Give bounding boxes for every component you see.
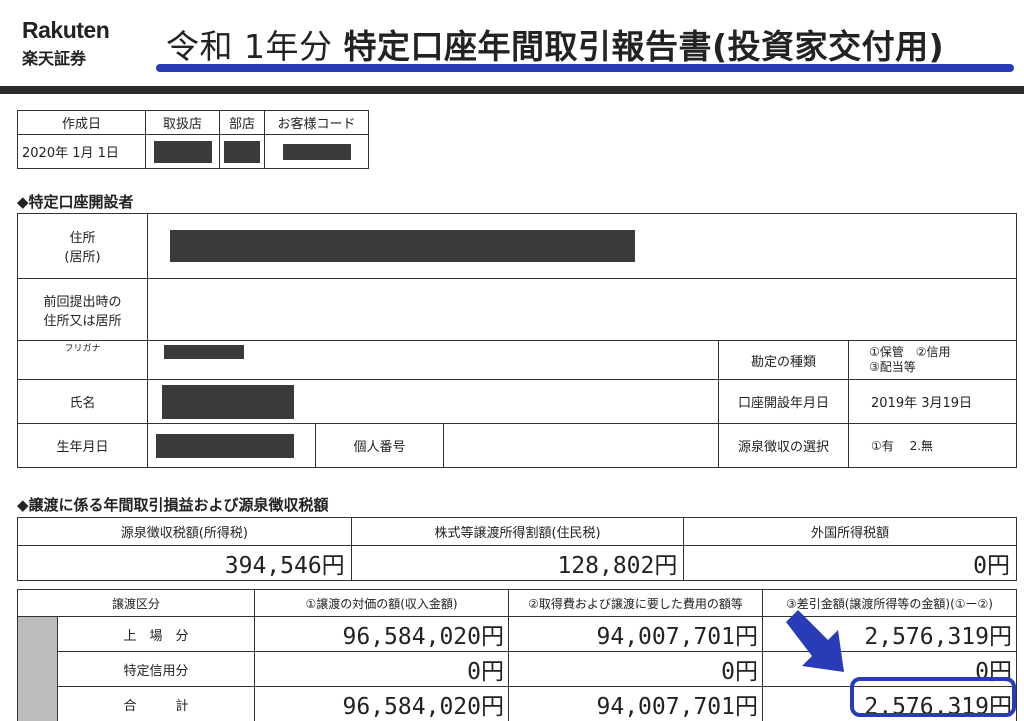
income-tax-value: 394,546円 <box>17 545 352 581</box>
my-number-label: 個人番号 <box>315 423 444 468</box>
income-tax-header: 源泉徴収税額(所得税) <box>17 517 352 546</box>
title-main: 特定口座年間取引報告書(投資家交付用) <box>343 27 945 66</box>
prev-address-label-line2: 住所又は居所 <box>43 313 122 329</box>
account-type-value: ①保管 ②信用 ③配当等 <box>848 340 1017 380</box>
created-date: 2020年 1月 1日 <box>17 134 146 169</box>
total-highlight-box <box>850 677 1016 717</box>
opened-date-label: 口座開設年月日 <box>718 379 849 424</box>
account-type-line2: ③配当等 <box>869 360 916 374</box>
resident-tax-value: 128,802円 <box>350 545 685 581</box>
logo-text-en: Rakuten <box>22 17 110 43</box>
resident-tax-header: 株式等譲渡所得割額(住民税) <box>350 517 685 546</box>
address-label: 住所 (居所) <box>17 213 148 279</box>
customer-code-cell <box>264 134 369 169</box>
date-header-branch: 取扱店 <box>145 110 220 135</box>
arrow-down-right-icon <box>786 610 844 672</box>
header-divider <box>0 86 1024 94</box>
page-title: 令和 1年分 特定口座年間取引報告書(投資家交付用) <box>166 20 944 68</box>
category-header: 譲渡区分 <box>17 589 255 617</box>
name-value <box>147 379 719 424</box>
dept-cell <box>219 134 265 169</box>
redaction <box>224 140 260 163</box>
cost-value: 94,007,701円 <box>508 616 763 652</box>
furigana-label: フリガナ <box>17 340 148 380</box>
proceeds-value: 96,584,020円 <box>254 616 509 652</box>
holder-table: 住所 (居所) 前回提出時の 住所又は居所 フリガナ 勘定の種類 ①保管 ②信用… <box>17 213 1017 468</box>
tax-summary-table: 源泉徴収税額(所得税) 株式等譲渡所得割額(住民税) 外国所得税額 394,54… <box>17 517 1017 581</box>
address-label-line1: 住所 <box>69 231 96 246</box>
foreign-tax-value: 0円 <box>683 545 1017 581</box>
date-header-dept: 部店 <box>219 110 265 135</box>
prev-address-value <box>147 278 1017 341</box>
row-label: 上 場 分 <box>57 616 255 652</box>
proceeds-value: 0円 <box>254 651 509 687</box>
row-group-marker <box>17 616 58 721</box>
redaction <box>156 433 294 458</box>
redaction <box>164 345 244 359</box>
cost-value: 0円 <box>508 651 763 687</box>
branch-cell <box>145 134 220 169</box>
prev-address-label: 前回提出時の 住所又は居所 <box>17 278 148 341</box>
cost-header: ②取得費および譲渡に要した費用の額等 <box>508 589 763 617</box>
proceeds-value: 96,584,020円 <box>254 686 509 721</box>
opened-date-value: 2019年 3月19日 <box>848 379 1017 424</box>
my-number-value <box>443 423 719 468</box>
table-row: 上 場 分 96,584,020円 94,007,701円 2,576,319円 <box>17 616 1017 721</box>
summary-heading: ◆譲渡に係る年間取引損益および源泉徴収税額 <box>17 496 329 514</box>
account-type-label: 勘定の種類 <box>718 340 849 380</box>
title-era: 令和 1年分 <box>166 27 333 66</box>
title-underline <box>156 64 1014 72</box>
redaction <box>153 140 212 163</box>
redaction <box>162 384 294 419</box>
row-label: 特定信用分 <box>57 651 255 687</box>
withholding-value: ①有 2.無 <box>848 423 1017 468</box>
cost-value: 94,007,701円 <box>508 686 763 721</box>
name-label: 氏名 <box>17 379 148 424</box>
foreign-tax-header: 外国所得税額 <box>683 517 1017 546</box>
holder-heading: ◆特定口座開設者 <box>17 193 134 211</box>
birth-value <box>147 423 316 468</box>
date-header-customer-code: お客様コード <box>264 110 369 135</box>
date-header-created: 作成日 <box>17 110 146 135</box>
row-label: 合 計 <box>57 686 255 721</box>
address-label-line2: (居所) <box>64 250 101 265</box>
account-type-line1: ①保管 ②信用 <box>869 345 951 359</box>
address-value <box>147 213 1017 279</box>
redaction <box>282 143 351 160</box>
rakuten-logo: Rakuten 楽天証券 <box>12 8 128 80</box>
date-table: 作成日 取扱店 部店 お客様コード 2020年 1月 1日 <box>17 110 369 169</box>
logo-text-jp: 楽天証券 <box>22 49 87 68</box>
furigana-value <box>147 340 719 380</box>
withholding-label: 源泉徴収の選択 <box>718 423 849 468</box>
birth-label: 生年月日 <box>17 423 148 468</box>
proceeds-header: ①譲渡の対価の額(収入金額) <box>254 589 509 617</box>
redaction <box>170 230 635 262</box>
prev-address-label-line1: 前回提出時の <box>43 294 122 310</box>
